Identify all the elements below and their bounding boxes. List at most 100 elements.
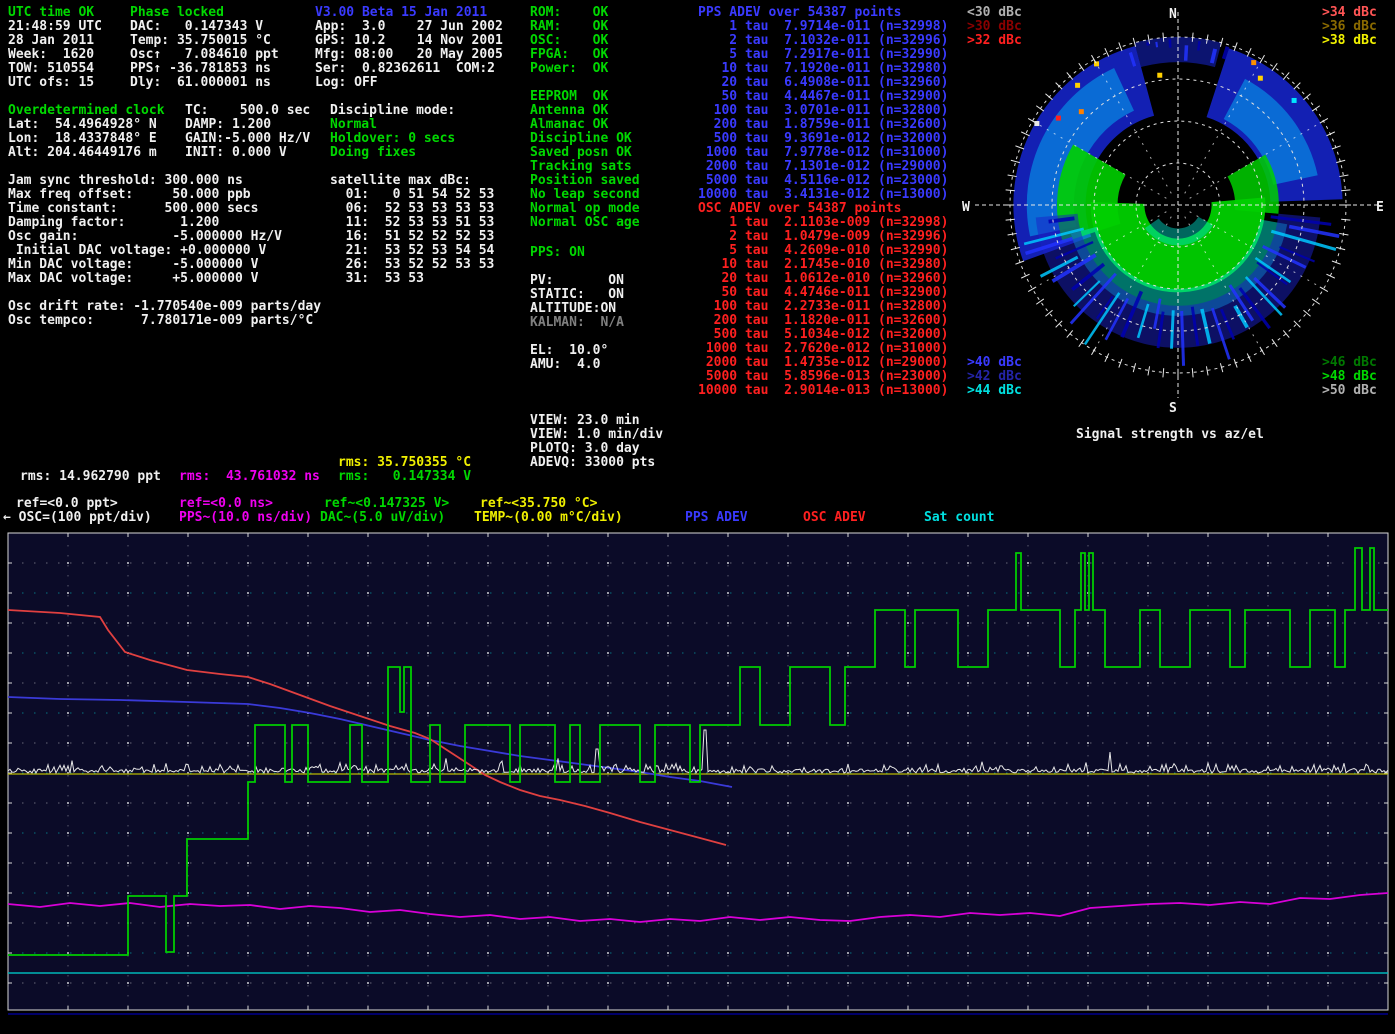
pps-adev-table-line: 5 tau 7.2917e-011 (n=32990) bbox=[698, 47, 948, 62]
receiver-position-line: Overdetermined clock bbox=[8, 103, 165, 118]
utc-status-line: 21:48:59 UTC bbox=[8, 19, 102, 34]
osc-adev-table-line: OSC ADEV over 54387 points bbox=[698, 201, 902, 216]
compass-label-w: W bbox=[962, 200, 970, 215]
version-info-line: Ser: 0.82362611 COM:2 bbox=[315, 61, 495, 76]
scale-dac-line: DAC~(5.0 uV/div) bbox=[320, 510, 445, 525]
signal-mark bbox=[1251, 60, 1256, 65]
osc-params-line: Initial DAC voltage: +0.000000 V bbox=[8, 243, 266, 258]
signal-spike bbox=[1148, 42, 1149, 45]
signal-mark bbox=[1079, 109, 1084, 114]
mask-settings: EL: 10.0° AMU: 4.0 bbox=[530, 344, 608, 372]
satellite-max-dbc-line: 21: 53 52 53 54 54 bbox=[330, 243, 494, 258]
scale-pps: PPS~(10.0 ns/div) bbox=[179, 511, 312, 525]
ref-dac-line: ref~<0.147325 V> bbox=[324, 496, 449, 511]
view-settings-line: VIEW: 1.0 min/div bbox=[530, 427, 663, 442]
gps-status-list-line: Antenna OK bbox=[530, 103, 608, 118]
satellite-max-dbc-line: 31: 53 53 bbox=[330, 271, 424, 286]
dbc-legend-top-left-line: >32 dBc bbox=[967, 33, 1022, 48]
osc-params-line: Time constant: 500.000 secs bbox=[8, 201, 258, 216]
rms-temp-line: rms: 35.750355 °C bbox=[338, 455, 471, 470]
osc-adev-table-line: 10 tau 2.1745e-010 (n=32980) bbox=[698, 257, 948, 272]
utc-status-line: UTC time OK bbox=[8, 5, 94, 20]
signal-mark bbox=[1056, 116, 1061, 121]
version-info-line: GPS: 10.2 14 Nov 2001 bbox=[315, 33, 503, 48]
gps-status-list-line: No leap second bbox=[530, 187, 640, 202]
signal-mark bbox=[1292, 98, 1297, 103]
osc-params-line: Max DAC voltage: +5.000000 V bbox=[8, 271, 258, 286]
osc-adev-table-line: 100 tau 2.2733e-011 (n=32800) bbox=[698, 299, 948, 314]
utc-status: UTC time OK 21:48:59 UTC 28 Jan 2011 Wee… bbox=[8, 6, 102, 90]
rms-dac: rms: 0.147334 V bbox=[338, 470, 471, 484]
selftest-status-line: OSC: OK bbox=[530, 33, 608, 48]
osc-adev-table-line: 2 tau 1.0479e-009 (n=32996) bbox=[698, 229, 948, 244]
discipline-mode-line: Holdover: 0 secs bbox=[330, 131, 455, 146]
rms-dac-line: rms: 0.147334 V bbox=[338, 469, 471, 484]
discipline-mode: Discipline mode: Normal Holdover: 0 secs… bbox=[330, 104, 455, 160]
signal-mark bbox=[1075, 83, 1080, 88]
signal-spike bbox=[1172, 310, 1174, 348]
rms-osc: rms: 14.962790 ppt bbox=[20, 470, 161, 484]
dbc-legend-bottom-right: >46 dBc >48 dBc >50 dBc bbox=[1322, 356, 1377, 398]
gps-status-list-line: EEPROM OK bbox=[530, 89, 608, 104]
compass-label-n: N bbox=[1169, 7, 1177, 22]
phase-status-line: Osc↑ 7.084610 ppt bbox=[130, 47, 279, 62]
dbc-legend-top-right: >34 dBc >36 dBc >38 dBc bbox=[1322, 6, 1377, 48]
fix-settings: PV: ON STATIC: ON ALTITUDE:ON KALMAN: N/… bbox=[530, 274, 624, 330]
mask-settings-line: EL: 10.0° bbox=[530, 343, 608, 358]
osc-adev-table-line: 1 tau 2.1103e-009 (n=32998) bbox=[698, 215, 948, 230]
phase-status-line: PPS↑ -36.781853 ns bbox=[130, 61, 271, 76]
pps-adev-table-line: 20 tau 6.4908e-011 (n=32960) bbox=[698, 75, 948, 90]
pps-adev-table-line: 5000 tau 4.5116e-012 (n=23000) bbox=[698, 173, 948, 188]
utc-status-line: Week: 1620 bbox=[8, 47, 94, 62]
loop-params-line: INIT: 0.000 V bbox=[185, 145, 287, 160]
ref-osc: ref=<0.0 ppt> bbox=[16, 497, 118, 511]
gps-status-list-line: Saved posn OK bbox=[530, 145, 632, 160]
receiver-position: Overdetermined clock Lat: 54.4964928° N … bbox=[8, 104, 165, 160]
version-info-line: V3.00 Beta 15 Jan 2011 bbox=[315, 5, 487, 20]
osc-params-line: Osc gain: -5.000000 Hz/V bbox=[8, 229, 282, 244]
plot-area[interactable] bbox=[8, 533, 1388, 1010]
discipline-mode-line: Doing fixes bbox=[330, 145, 416, 160]
view-settings-line: VIEW: 23.0 min bbox=[530, 413, 640, 428]
lady-heather-console: NESW UTC time OK 21:48:59 UTC 28 Jan 201… bbox=[0, 0, 1395, 1034]
dbc-legend-bottom-right-line: >50 dBc bbox=[1322, 383, 1377, 398]
phase-status-line: Phase locked bbox=[130, 5, 224, 20]
loop-params-line: TC: 500.0 sec bbox=[185, 103, 310, 118]
phase-status-line: Temp: 35.750015 °C bbox=[130, 33, 271, 48]
scale-pps-line: PPS~(10.0 ns/div) bbox=[179, 510, 312, 525]
dbc-legend-top-right-line: >34 dBc bbox=[1322, 5, 1377, 20]
dbc-legend-top-right-line: >38 dBc bbox=[1322, 33, 1377, 48]
version-info-line: Log: OFF bbox=[315, 75, 378, 90]
selftest-status-line: FPGA: OK bbox=[530, 47, 608, 62]
gps-status-list-line: Normal op mode bbox=[530, 201, 640, 216]
loop-params: TC: 500.0 sec DAMP: 1.200 GAIN:-5.000 Hz… bbox=[185, 104, 310, 160]
signal-spike bbox=[1198, 41, 1199, 50]
osc-params-line: Max freq offset: 50.000 ppb bbox=[8, 187, 251, 202]
signal-mark bbox=[1034, 121, 1039, 126]
view-settings-line: PLOTQ: 3.0 day bbox=[530, 441, 640, 456]
utc-status-line: UTC ofs: 15 bbox=[8, 75, 94, 90]
fix-settings-line: STATIC: ON bbox=[530, 287, 624, 302]
ref-pps-line: ref=<0.0 ns> bbox=[179, 496, 273, 511]
signal-spike bbox=[1182, 311, 1184, 366]
selftest-status-line: ROM: OK bbox=[530, 5, 608, 20]
gps-status-list-line: Discipline OK bbox=[530, 131, 632, 146]
osc-adev-table-line: 50 tau 4.4746e-011 (n=32900) bbox=[698, 285, 948, 300]
phase-status: Phase locked DAC: 0.147343 V Temp: 35.75… bbox=[130, 6, 279, 90]
satellite-max-dbc-line: 01: 0 51 54 52 53 bbox=[330, 187, 494, 202]
signal-mark bbox=[1157, 73, 1162, 78]
pps-adev-table-line: 50 tau 4.4467e-011 (n=32900) bbox=[698, 89, 948, 104]
pps-adev-table-line: 2000 tau 7.1301e-012 (n=29000) bbox=[698, 159, 948, 174]
dbc-legend-top-left: <30 dBc >30 dBc >32 dBc bbox=[967, 6, 1022, 48]
pps-state: PPS: ON bbox=[530, 246, 585, 260]
satellite-max-dbc-line: 11: 52 53 53 51 53 bbox=[330, 215, 494, 230]
discipline-mode-line: Normal bbox=[330, 117, 377, 132]
scale-temp: TEMP~(0.00 m°C/div) bbox=[474, 511, 623, 525]
ref-dac: ref~<0.147325 V> bbox=[324, 497, 449, 511]
pps-adev-table-line: 500 tau 9.3691e-012 (n=32000) bbox=[698, 131, 948, 146]
ref-temp: ref~<35.750 °C> bbox=[480, 497, 597, 511]
legend-pps-adev-line: PPS ADEV bbox=[685, 510, 748, 525]
gps-status-list-line: Normal OSC age bbox=[530, 215, 640, 230]
pps-adev-table-line: 10000 tau 3.4131e-012 (n=13000) bbox=[698, 187, 948, 202]
view-settings-line: ADEVQ: 33000 pts bbox=[530, 455, 655, 470]
